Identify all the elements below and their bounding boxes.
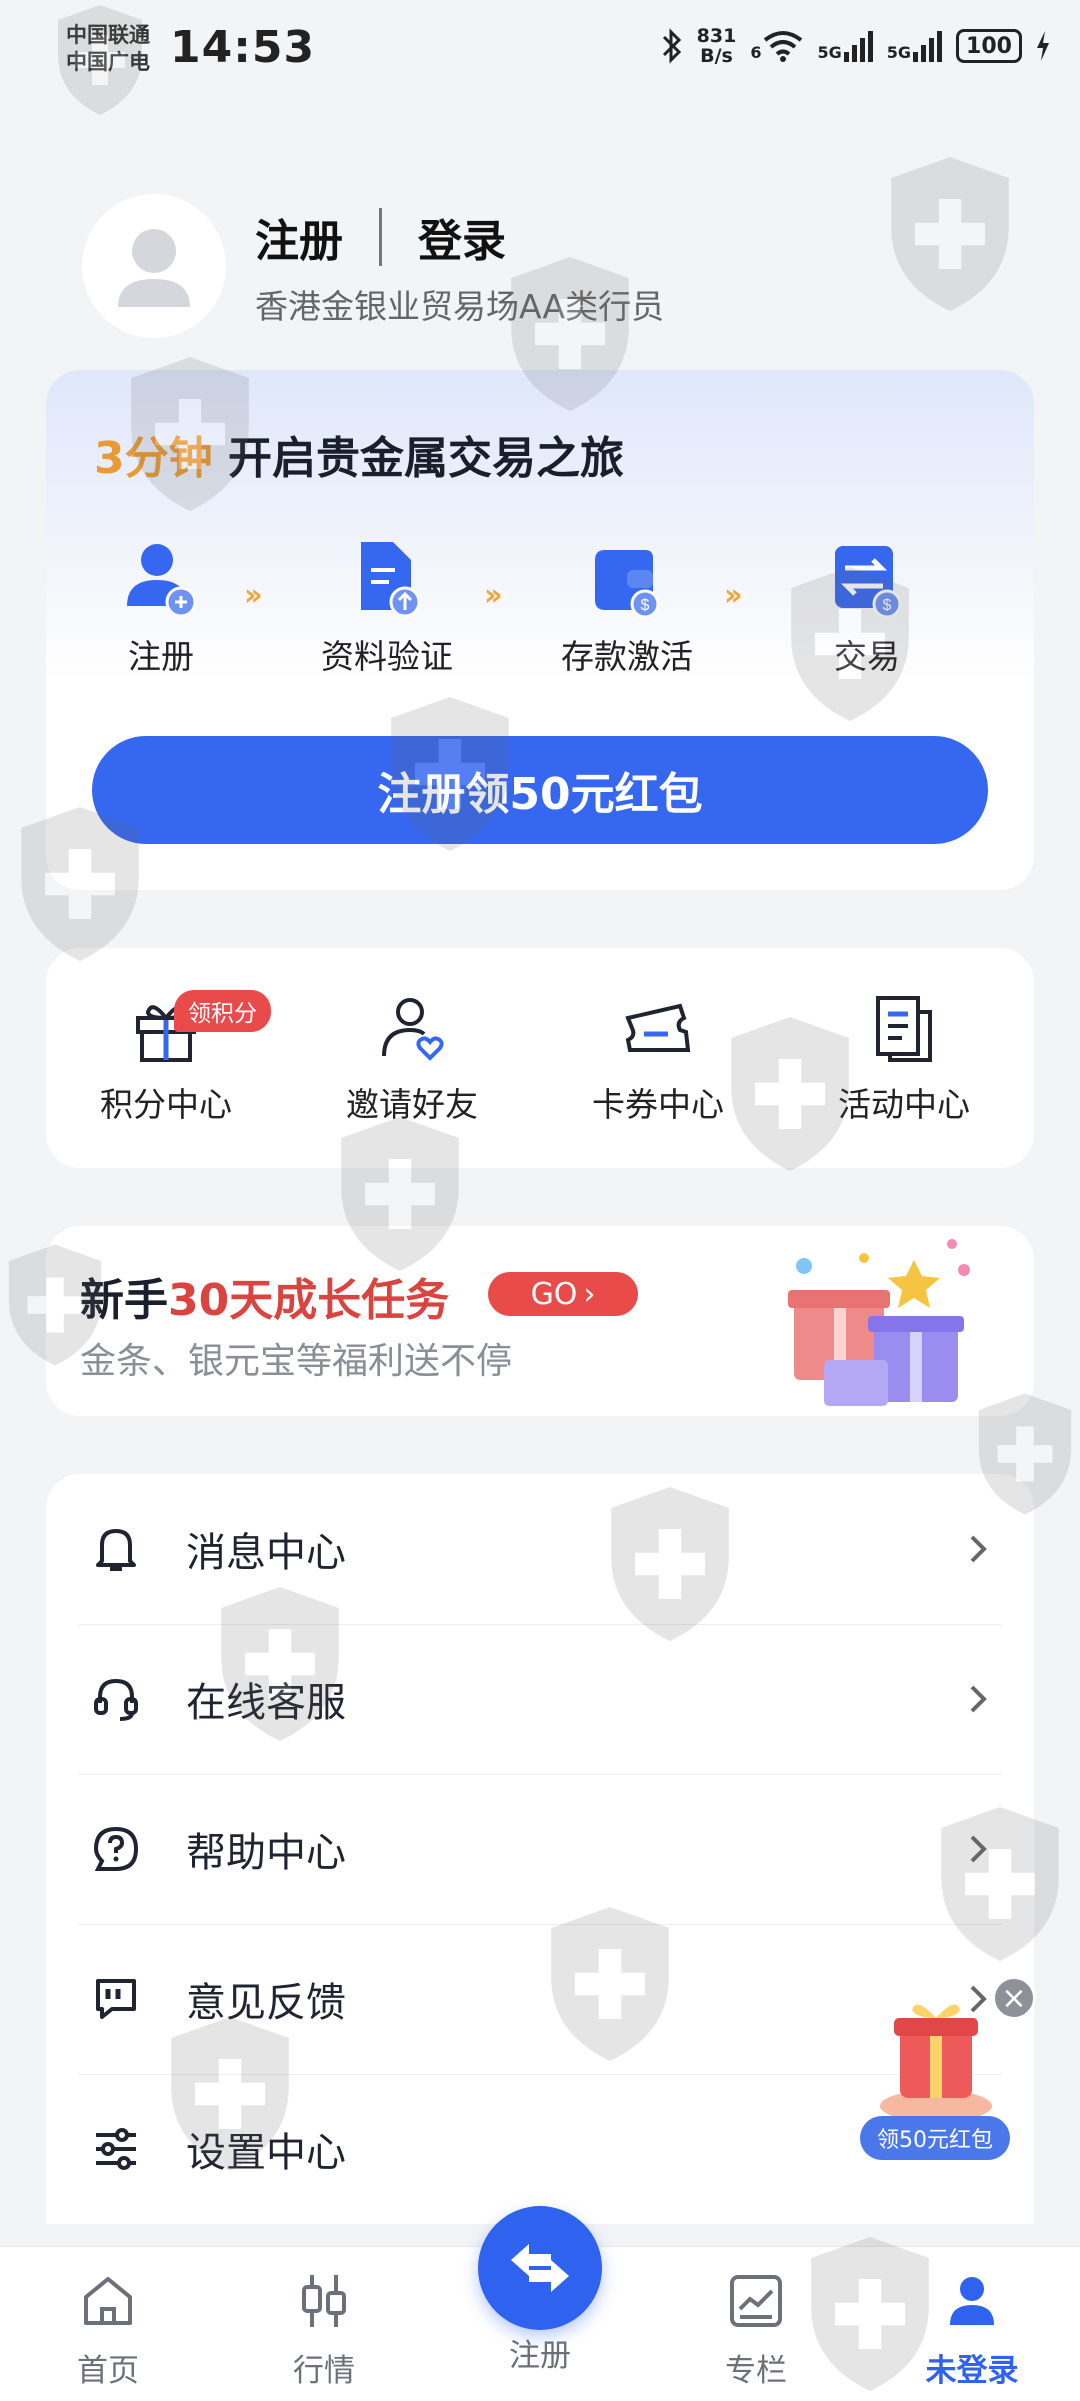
growth-task-subtitle: 金条、银元宝等福利送不停 xyxy=(80,1341,513,1382)
clock: 14:53 xyxy=(170,22,316,73)
onboarding-steps: 注册 ›› 资料验证 ›› $ 存款激活 ›› $ 交易 xyxy=(76,540,1004,680)
coupon-icon xyxy=(622,992,694,1064)
tab-register-label: 注册 xyxy=(509,2338,571,2374)
signal-2: 5G xyxy=(887,30,942,62)
user-add-icon xyxy=(123,540,199,620)
divider xyxy=(379,208,382,266)
tab-register-center[interactable] xyxy=(478,2206,602,2330)
invite-friends[interactable]: 邀请好友 xyxy=(312,992,512,1126)
status-icons: 831 B/s 6 5G 5G 100 xyxy=(661,26,1050,66)
growth-task-banner[interactable]: 新手30天成长任务 GO › 金条、银元宝等福利送不停 xyxy=(46,1226,1034,1416)
net-speed: 831 B/s xyxy=(696,25,737,67)
charging-icon xyxy=(1037,31,1049,61)
swap-icon xyxy=(511,2244,569,2292)
tab-market[interactable]: 行情 xyxy=(254,2271,394,2390)
battery-indicator: 100 xyxy=(956,29,1022,63)
wifi-icon xyxy=(764,31,803,62)
wifi-indicator: 6 xyxy=(750,30,803,62)
step-arrow: ›› xyxy=(484,578,503,613)
points-badge: 领积分 xyxy=(174,990,271,1032)
bell-icon xyxy=(88,1521,144,1577)
activity-doc-icon xyxy=(868,992,940,1064)
menu-item-support[interactable]: 在线客服 xyxy=(78,1624,1002,1775)
svg-text:$: $ xyxy=(641,597,650,614)
step-arrow: ›› xyxy=(724,578,743,613)
close-icon[interactable]: × xyxy=(992,1976,1036,2020)
feedback-quote-icon xyxy=(88,1971,144,2027)
exchange-icon: $ xyxy=(829,540,905,620)
document-upload-icon xyxy=(349,540,425,620)
onboarding-card: 3分钟 开启贵金属交易之旅 注册 ›› 资料验证 ›› $ 存款激活 ›› $ xyxy=(46,370,1034,890)
signal-bars-icon xyxy=(913,30,942,62)
step-deposit: $ 存款激活 xyxy=(542,540,712,678)
chevron-right-icon xyxy=(970,1685,987,1713)
settings-sliders-icon xyxy=(88,2121,144,2177)
quick-links-card: 积分中心 领积分 邀请好友 卡券中心 活动中心 xyxy=(46,948,1034,1168)
growth-task-title: 新手30天成长任务 xyxy=(80,1275,450,1326)
chevron-right-icon xyxy=(970,1535,987,1563)
default-avatar-icon xyxy=(118,229,190,307)
tab-column[interactable]: 专栏 xyxy=(686,2271,826,2390)
onboarding-title: 3分钟 开启贵金属交易之旅 xyxy=(94,433,624,484)
tab-home[interactable]: 首页 xyxy=(38,2271,178,2390)
red-packet-illustration xyxy=(880,2004,992,2122)
member-subtitle: 香港金银业贸易场AA类行员 xyxy=(255,287,665,326)
candlestick-icon xyxy=(302,2275,346,2327)
signal-1: 5G xyxy=(817,30,873,62)
step-arrow: ›› xyxy=(244,578,263,613)
avatar[interactable] xyxy=(82,194,226,338)
floating-red-packet[interactable]: × 领50元红包 xyxy=(856,1976,1036,2166)
bluetooth-icon xyxy=(662,28,681,64)
headset-icon xyxy=(88,1671,144,1727)
wallet-icon: $ xyxy=(589,540,665,620)
carrier-info: 中国联通 中国广电 xyxy=(66,22,150,76)
login-link[interactable]: 登录 xyxy=(418,205,506,269)
invite-user-icon xyxy=(376,992,448,1064)
svg-text:$: $ xyxy=(883,597,892,614)
watermark-shield-icon xyxy=(891,157,1009,311)
chevron-right-icon: › xyxy=(583,1276,596,1312)
carrier-2: 中国广电 xyxy=(66,50,150,74)
menu-item-help[interactable]: 帮助中心 xyxy=(78,1774,1002,1925)
chevron-right-icon xyxy=(970,1835,987,1863)
coupon-center[interactable]: 卡券中心 xyxy=(558,992,758,1126)
step-verify: 资料验证 xyxy=(302,540,472,678)
menu-item-messages[interactable]: 消息中心 xyxy=(78,1474,1002,1625)
gift-boxes-illustration xyxy=(788,1239,970,1406)
go-button[interactable]: GO › xyxy=(488,1272,638,1316)
step-register: 注册 xyxy=(76,540,246,678)
chart-trend-icon xyxy=(730,2275,782,2327)
status-bar: 中国联通 中国广电 14:53 831 B/s 6 5G 5G 100 xyxy=(0,0,1080,100)
step-trade: $ 交易 xyxy=(782,540,952,678)
register-link[interactable]: 注册 xyxy=(255,205,343,269)
user-icon xyxy=(950,2277,994,2325)
auth-links: 注册 登录 xyxy=(255,205,506,269)
carrier-1: 中国联通 xyxy=(66,23,150,47)
tab-account[interactable]: 未登录 xyxy=(902,2271,1042,2390)
signal-bars-icon xyxy=(843,30,873,62)
register-bonus-button[interactable]: 注册领50元红包 xyxy=(92,736,988,844)
help-bubble-icon xyxy=(88,1821,144,1877)
activity-center[interactable]: 活动中心 xyxy=(804,992,1004,1126)
red-packet-label: 领50元红包 xyxy=(860,2116,1010,2160)
home-icon xyxy=(84,2277,132,2325)
